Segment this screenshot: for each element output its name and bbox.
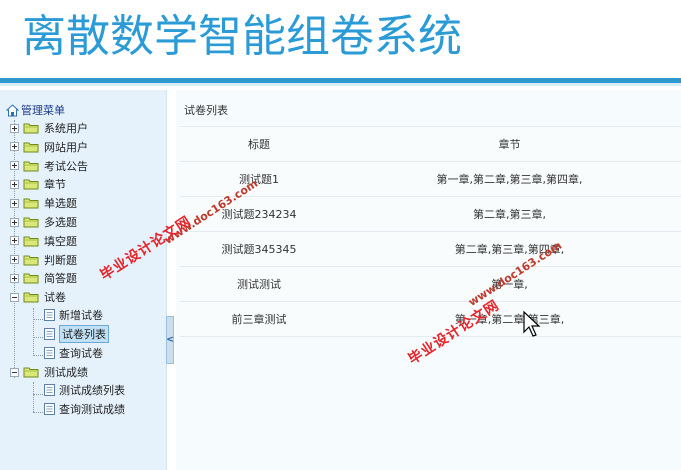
sidebar-subitem-label: 试卷列表 xyxy=(59,324,109,343)
header-divider-shadow xyxy=(0,83,681,86)
table-row[interactable]: 前三章测试 第一章,第二章,第三章, xyxy=(180,301,681,337)
sidebar-item-label: 考试公告 xyxy=(44,159,88,173)
folder-icon xyxy=(23,291,39,303)
sidebar-item[interactable]: 试卷 xyxy=(10,289,66,305)
sidebar-item[interactable]: 填空题 xyxy=(10,233,77,249)
expand-icon[interactable] xyxy=(10,179,19,189)
sidebar-collapse-handle[interactable]: < xyxy=(166,316,174,364)
expand-icon[interactable] xyxy=(10,123,19,133)
sidebar-subitem[interactable]: 查询试卷 xyxy=(43,345,103,361)
sidebar-item[interactable]: 测试成绩 xyxy=(10,364,88,380)
sidebar-item[interactable]: 单选题 xyxy=(10,195,77,211)
sidebar-item-label: 多选题 xyxy=(44,216,77,229)
app-title: 离散数学智能组卷系统 xyxy=(22,11,462,62)
sidebar-subitem-label: 查询测试成绩 xyxy=(59,403,125,416)
folder-icon xyxy=(23,197,39,209)
expand-icon[interactable] xyxy=(10,217,19,227)
paper-list-table: 标题 章节 测试题1 第一章,第二章,第三章,第四章, 测试题234234 第二章,第… xyxy=(180,126,681,337)
expand-icon[interactable] xyxy=(10,273,19,283)
paper-title-cell: 测试题345345 xyxy=(180,231,338,267)
folder-icon xyxy=(23,272,39,284)
document-icon xyxy=(43,308,56,322)
paper-title-cell: 测试题1 xyxy=(180,161,338,197)
sidebar-item-label: 章节 xyxy=(44,178,66,192)
folder-icon xyxy=(23,160,39,172)
folder-icon xyxy=(23,235,39,247)
tree-guide xyxy=(33,382,34,412)
chevron-left-icon: < xyxy=(166,335,174,345)
sidebar-item-label: 网站用户 xyxy=(44,140,88,154)
document-icon xyxy=(43,327,56,341)
main-panel: 试卷列表 标题 章节 测试题1 第一章,第二章,第三章,第四章, 测试题234234… xyxy=(176,90,681,470)
tree-root[interactable]: 管理菜单 xyxy=(6,102,65,118)
folder-icon xyxy=(23,178,39,190)
sidebar-item-label: 系统用户 xyxy=(44,122,88,135)
folder-icon xyxy=(23,366,39,378)
paper-title-cell: 测试测试 xyxy=(180,266,338,302)
paper-chapters-cell: 第一章,第二章,第三章,第四章, xyxy=(338,161,681,197)
document-icon xyxy=(43,402,56,416)
expand-icon[interactable] xyxy=(10,198,19,208)
sidebar-subitem[interactable]: 试卷列表 xyxy=(43,324,109,343)
folder-icon xyxy=(23,122,39,134)
sidebar-item[interactable]: 判断题 xyxy=(10,252,77,268)
home-icon xyxy=(6,103,19,116)
column-header-title[interactable]: 标题 xyxy=(180,126,338,162)
paper-chapters-cell: 第一章,第二章,第三章, xyxy=(338,301,681,337)
tree-guide xyxy=(33,394,43,395)
table-header-row: 标题 章节 xyxy=(180,126,681,162)
sidebar-item-label: 单选题 xyxy=(44,197,77,211)
table-row[interactable]: 测试题345345 第二章,第三章,第四章, xyxy=(180,231,681,267)
table-row[interactable]: 测试题1 第一章,第二章,第三章,第四章, xyxy=(180,161,681,197)
mouse-cursor-icon xyxy=(523,310,541,337)
collapse-icon[interactable] xyxy=(10,292,19,302)
tree-guide xyxy=(33,337,43,338)
folder-icon xyxy=(23,254,39,266)
sidebar-subitem[interactable]: 新增试卷 xyxy=(43,307,103,323)
expand-icon[interactable] xyxy=(10,142,19,152)
sidebar-tree: 管理菜单 系统用户网站用户考试公告章节单选题多选题填空题判断题简答题试卷新增试卷… xyxy=(0,90,167,470)
app-header: 离散数学智能组卷系统 xyxy=(0,0,681,88)
folder-icon xyxy=(23,216,39,228)
sidebar-item[interactable]: 章节 xyxy=(10,176,66,192)
expand-icon[interactable] xyxy=(10,255,19,265)
sidebar-item[interactable]: 考试公告 xyxy=(10,158,88,174)
paper-chapters-cell: 第二章,第三章,第四章, xyxy=(338,231,681,267)
sidebar-item[interactable]: 简答题 xyxy=(10,270,77,286)
sidebar-subitem-label: 新增试卷 xyxy=(59,309,103,322)
sidebar-item-label: 测试成绩 xyxy=(44,366,88,380)
sidebar-item[interactable]: 网站用户 xyxy=(10,139,88,155)
tree-guide xyxy=(33,308,34,354)
tree-guide xyxy=(33,355,43,356)
sidebar-item[interactable]: 系统用户 xyxy=(10,120,88,136)
paper-chapters-cell: 第二章,第三章, xyxy=(338,196,681,232)
table-row[interactable]: 测试题234234 第二章,第三章, xyxy=(180,196,681,232)
document-icon xyxy=(43,383,56,397)
sidebar-item-label: 简答题 xyxy=(44,272,77,286)
tree-guide xyxy=(33,319,43,320)
folder-icon xyxy=(23,141,39,153)
sidebar-item-label: 试卷 xyxy=(44,291,66,305)
table-row[interactable]: 测试测试 第一章, xyxy=(180,266,681,302)
expand-icon[interactable] xyxy=(10,161,19,171)
tree-root-label: 管理菜单 xyxy=(21,104,65,117)
panel-title: 试卷列表 xyxy=(184,104,228,117)
sidebar-subitem-label: 查询试卷 xyxy=(59,346,103,360)
sidebar-subitem[interactable]: 查询测试成绩 xyxy=(43,401,125,417)
document-icon xyxy=(43,346,56,360)
collapse-icon[interactable] xyxy=(10,367,19,377)
sidebar-item-label: 填空题 xyxy=(44,234,77,248)
sidebar-item[interactable]: 多选题 xyxy=(10,214,77,230)
paper-title-cell: 前三章测试 xyxy=(180,301,338,337)
column-header-chapter[interactable]: 章节 xyxy=(338,126,681,162)
tree-guide xyxy=(33,412,43,413)
sidebar-item-label: 判断题 xyxy=(44,253,77,267)
sidebar-subitem-label: 测试成绩列表 xyxy=(59,384,125,398)
expand-icon[interactable] xyxy=(10,236,19,246)
sidebar-subitem[interactable]: 测试成绩列表 xyxy=(43,382,125,398)
